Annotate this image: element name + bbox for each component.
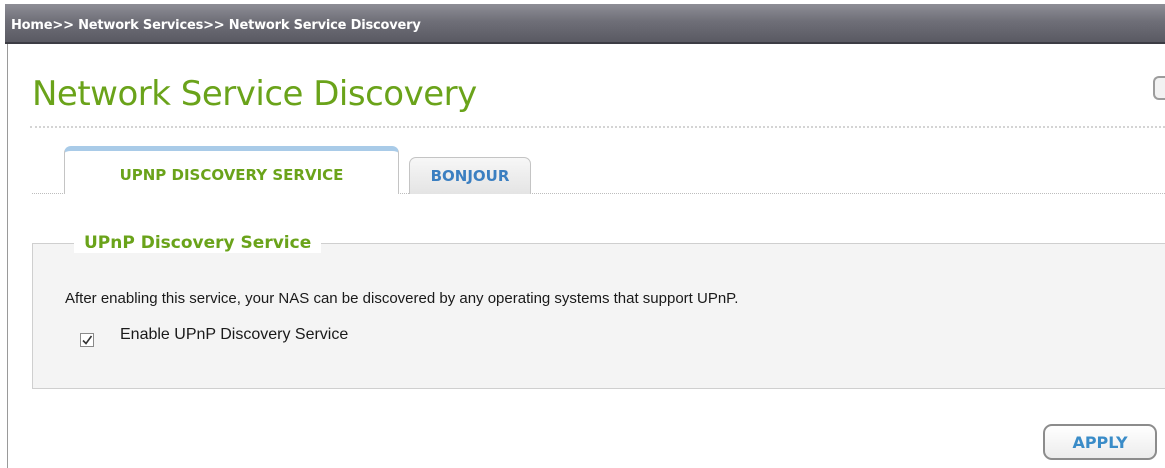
service-description: After enabling this service, your NAS ca… bbox=[65, 290, 739, 307]
enable-upnp-label[interactable]: Enable UPnP Discovery Service bbox=[120, 326, 348, 344]
upnp-discovery-fieldset bbox=[32, 243, 1165, 389]
content-left-border bbox=[7, 44, 8, 468]
tab-upnp-discovery-service[interactable]: UPNP DISCOVERY SERVICE bbox=[64, 146, 399, 194]
apply-button[interactable]: APPLY bbox=[1043, 424, 1157, 460]
page-title: Network Service Discovery bbox=[32, 74, 477, 114]
scroll-handle-icon[interactable] bbox=[1153, 76, 1165, 100]
breadcrumb-bar: Home>> Network Services>> Network Servic… bbox=[5, 4, 1165, 44]
breadcrumb: Home>> Network Services>> Network Servic… bbox=[11, 18, 421, 33]
enable-upnp-checkbox[interactable] bbox=[80, 333, 94, 347]
fieldset-legend: UPnP Discovery Service bbox=[74, 233, 322, 253]
title-divider bbox=[30, 126, 1165, 128]
check-mark-icon bbox=[82, 335, 93, 345]
tab-bonjour[interactable]: BONJOUR bbox=[409, 157, 531, 194]
